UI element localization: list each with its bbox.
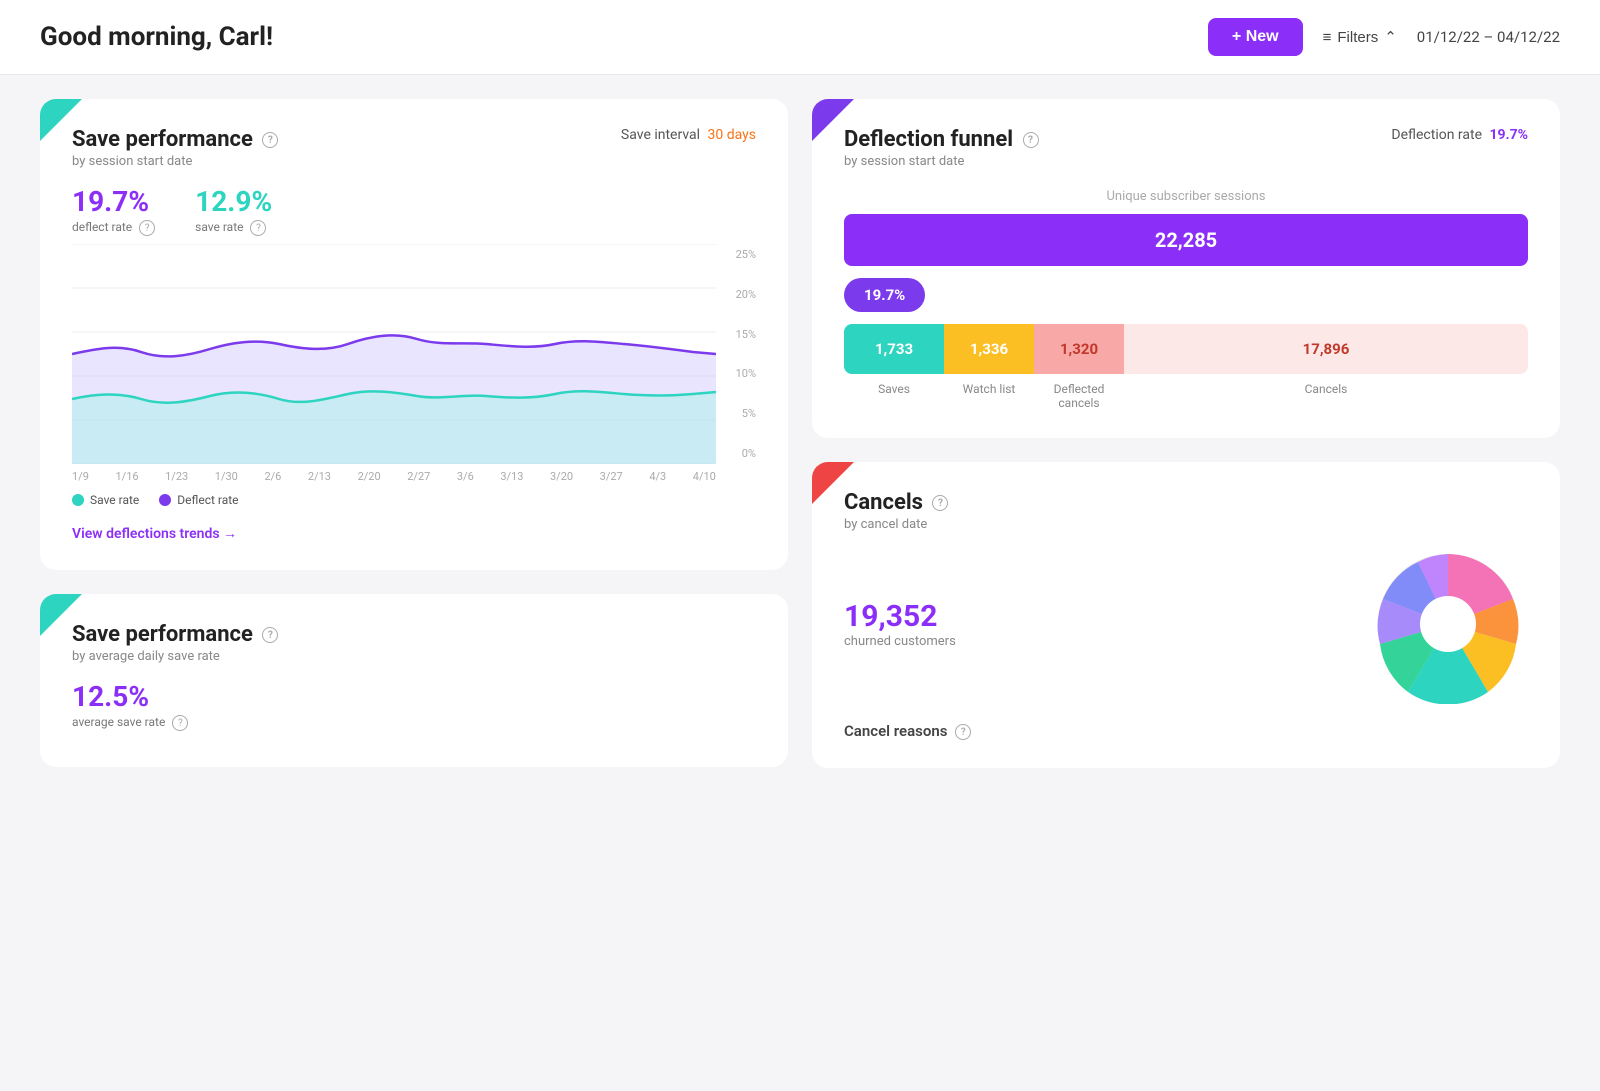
deflection-title: Deflection funnel ? bbox=[844, 127, 1039, 152]
funnel-pill-row: 19.7% bbox=[844, 278, 1528, 312]
funnel-segments: 1,733 1,336 1,320 17,896 bbox=[844, 324, 1528, 374]
filters-button[interactable]: ≡ Filters ⌃ bbox=[1323, 28, 1397, 46]
header-actions: + New ≡ Filters ⌃ 01/12/22 – 04/12/22 bbox=[1208, 18, 1560, 56]
card-header: Save performance ? by session start date… bbox=[72, 127, 756, 169]
x-axis: 1/91/161/231/302/62/132/202/273/63/133/2… bbox=[72, 470, 756, 483]
deflection-rate-header: Deflection rate 19.7% bbox=[1391, 127, 1528, 143]
save-interval: Save interval 30 days bbox=[621, 127, 756, 143]
pie-chart bbox=[1368, 544, 1528, 704]
right-column: Deflection funnel ? by session start dat… bbox=[812, 99, 1560, 768]
save-performance-card-2: Save performance ? by average daily save… bbox=[40, 594, 788, 767]
churned-value: 19,352 bbox=[844, 599, 956, 634]
y-axis: 25%20%15%10%5%0% bbox=[721, 244, 756, 464]
cancel-reasons-title: Cancel reasons ? bbox=[844, 722, 1528, 740]
deflection-funnel-card: Deflection funnel ? by session start dat… bbox=[812, 99, 1560, 438]
card-subtitle-2: by average daily save rate bbox=[72, 649, 278, 664]
cancels-title: Cancels ? bbox=[844, 490, 948, 515]
saves-segment: 1,733 bbox=[844, 324, 944, 374]
chevron-icon: ⌃ bbox=[1384, 28, 1397, 46]
info-icon-2[interactable]: ? bbox=[262, 627, 278, 643]
card-subtitle: by session start date bbox=[72, 154, 278, 169]
cancels-content: 19,352 churned customers bbox=[844, 544, 1528, 704]
filter-icon: ≡ bbox=[1323, 29, 1332, 46]
deflect-rate-dot bbox=[159, 494, 171, 506]
deflection-subtitle: by session start date bbox=[844, 154, 1039, 169]
metrics-row: 19.7% deflect rate ? 12.9% save rate ? bbox=[72, 185, 756, 236]
chart-svg-wrapper bbox=[72, 244, 716, 464]
watchlist-segment: 1,336 bbox=[944, 324, 1034, 374]
saves-label: Saves bbox=[844, 382, 944, 410]
deflect-info-icon[interactable]: ? bbox=[139, 220, 155, 236]
cancel-reasons-info-icon[interactable]: ? bbox=[955, 724, 971, 740]
save-interval-value: 30 days bbox=[708, 127, 756, 143]
deflected-segment: 1,320 bbox=[1034, 324, 1124, 374]
cancels-header: Cancels ? by cancel date bbox=[844, 490, 1528, 532]
view-deflections-link[interactable]: View deflections trends → bbox=[72, 525, 237, 542]
new-button[interactable]: + New bbox=[1208, 18, 1303, 56]
card-corner-teal-2 bbox=[40, 594, 82, 636]
deflected-label: Deflected cancels bbox=[1034, 382, 1124, 410]
funnel-pill: 19.7% bbox=[844, 278, 925, 312]
card-corner-teal bbox=[40, 99, 82, 141]
chart-legend: Save rate Deflect rate bbox=[72, 493, 756, 507]
metrics-row-2: 12.5% average save rate ? bbox=[72, 680, 756, 731]
funnel-content: Unique subscriber sessions 22,285 19.7% … bbox=[844, 189, 1528, 410]
deflection-rate-value: 19.7% bbox=[1489, 127, 1528, 143]
save-rate-metric: 12.9% save rate ? bbox=[195, 185, 272, 236]
churned-metric: 19,352 churned customers bbox=[844, 599, 956, 649]
deflect-rate-metric: 19.7% deflect rate ? bbox=[72, 185, 155, 236]
card-title: Save performance ? bbox=[72, 127, 278, 152]
save-performance-card: Save performance ? by session start date… bbox=[40, 99, 788, 570]
cancels-segment: 17,896 bbox=[1124, 324, 1528, 374]
card-corner-red bbox=[812, 462, 854, 504]
info-icon[interactable]: ? bbox=[262, 132, 278, 148]
card-title-2: Save performance ? bbox=[72, 622, 278, 647]
cancels-label: Cancels bbox=[1124, 382, 1528, 410]
unique-sessions-label: Unique subscriber sessions bbox=[844, 189, 1528, 204]
unique-sessions-bar: 22,285 bbox=[844, 214, 1528, 266]
left-column: Save performance ? by session start date… bbox=[40, 99, 788, 768]
page-title: Good morning, Carl! bbox=[40, 22, 273, 52]
main-content: Save performance ? by session start date… bbox=[0, 75, 1600, 792]
legend-deflect-rate: Deflect rate bbox=[159, 493, 238, 507]
header: Good morning, Carl! + New ≡ Filters ⌃ 01… bbox=[0, 0, 1600, 75]
line-chart: 25%20%15%10%5%0% bbox=[72, 244, 756, 464]
legend-save-rate: Save rate bbox=[72, 493, 139, 507]
date-range: 01/12/22 – 04/12/22 bbox=[1417, 28, 1560, 46]
churned-label: churned customers bbox=[844, 634, 956, 649]
avg-save-info-icon[interactable]: ? bbox=[172, 715, 188, 731]
cancels-card: Cancels ? by cancel date 19,352 churned … bbox=[812, 462, 1560, 768]
save-rate-info-icon[interactable]: ? bbox=[250, 220, 266, 236]
cancels-info-icon[interactable]: ? bbox=[932, 495, 948, 511]
card-corner-purple bbox=[812, 99, 854, 141]
funnel-labels: Saves Watch list Deflected cancels Cance… bbox=[844, 382, 1528, 410]
cancels-subtitle: by cancel date bbox=[844, 517, 948, 532]
save-rate-dot bbox=[72, 494, 84, 506]
watchlist-label: Watch list bbox=[944, 382, 1034, 410]
card-header-2: Save performance ? by average daily save… bbox=[72, 622, 756, 664]
deflection-card-header: Deflection funnel ? by session start dat… bbox=[844, 127, 1528, 169]
deflection-info-icon[interactable]: ? bbox=[1023, 132, 1039, 148]
avg-save-rate-metric: 12.5% average save rate ? bbox=[72, 680, 188, 731]
